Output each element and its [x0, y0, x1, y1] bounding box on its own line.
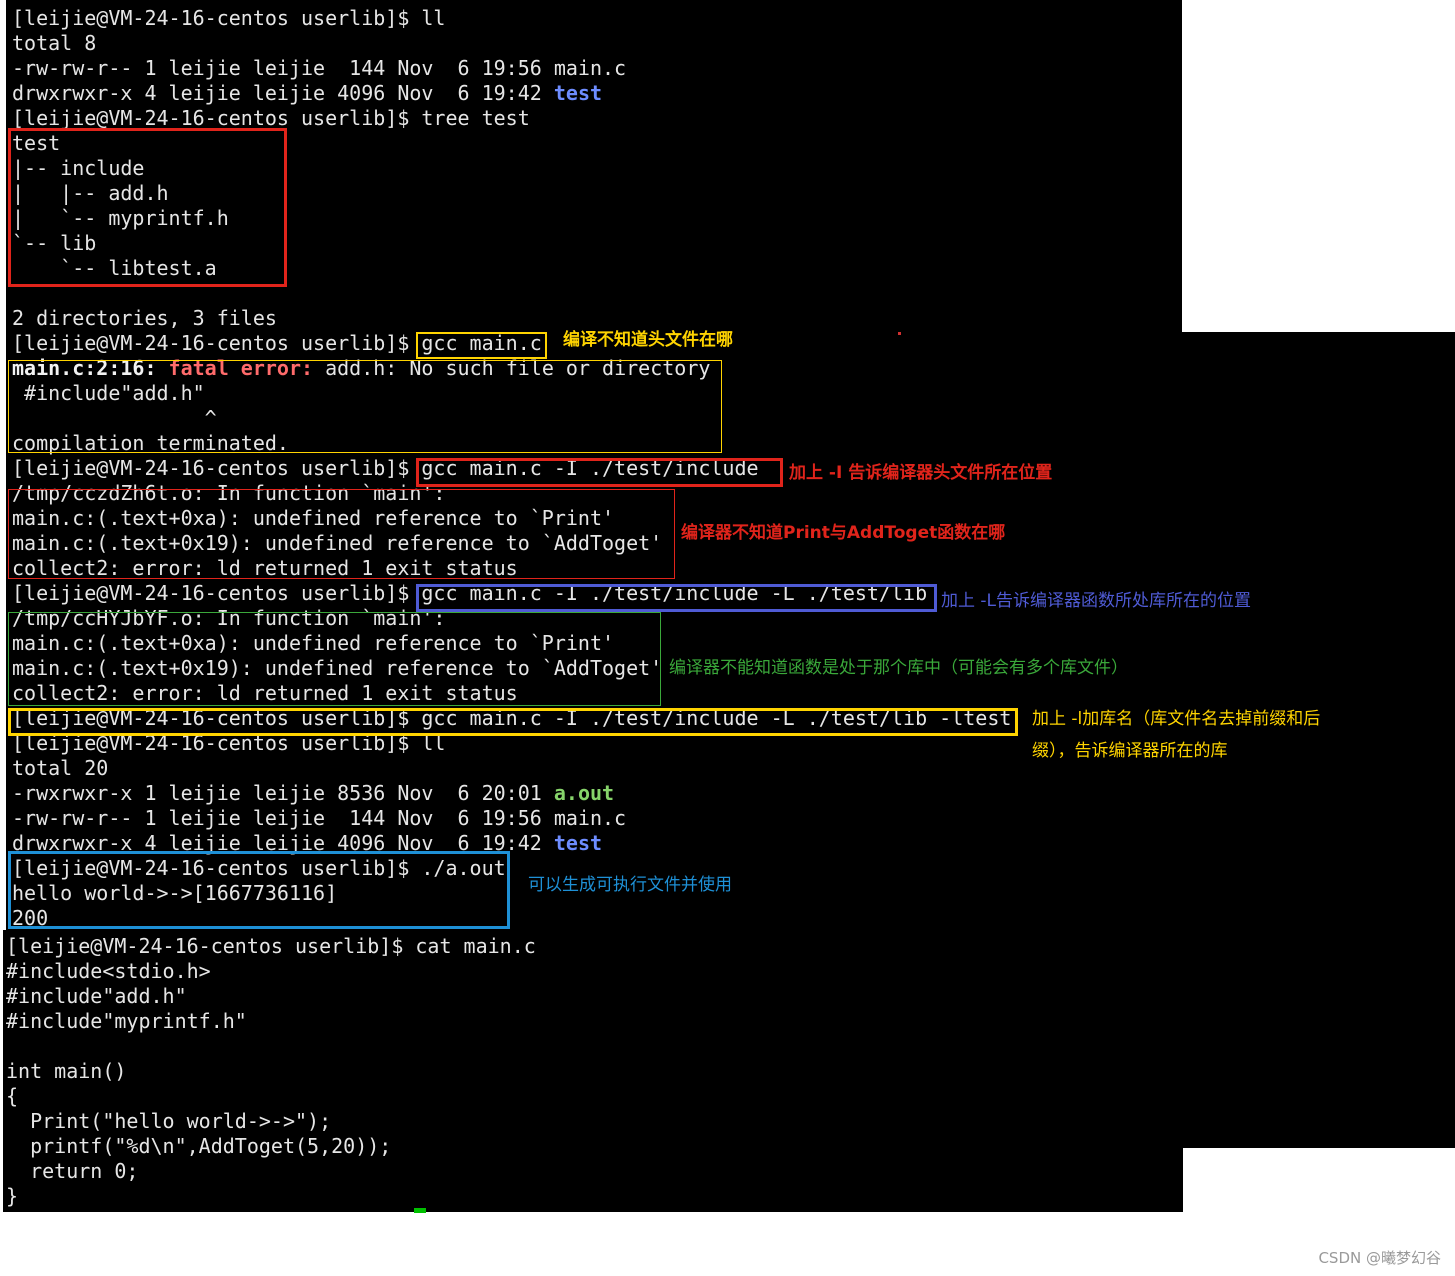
terminal-line: int main()	[6, 1059, 127, 1083]
gcc-command-box	[416, 332, 547, 359]
terminal-line: {	[6, 1084, 19, 1108]
run-output-box	[8, 851, 510, 929]
terminal-text-segment: drwxrwxr-x 4 leijie leijie 4096 Nov 6 19…	[12, 81, 554, 105]
terminal-line: }	[6, 1184, 19, 1208]
terminal-text-segment: test	[553, 81, 603, 105]
terminal-cursor	[414, 1208, 426, 1213]
watermark: CSDN @曦梦幻谷	[1318, 1249, 1441, 1267]
terminal-text-segment: -rwxrwxr-x 1 leijie leijie 8536 Nov 6 20…	[12, 781, 554, 805]
terminal-line: [leijie@VM-24-16-centos userlib]$ ll	[12, 6, 446, 30]
terminal-line: #include"add.h"	[6, 984, 187, 1008]
terminal-line: total 20	[12, 756, 109, 780]
terminal-line: -rw-rw-r-- 1 leijie leijie 144 Nov 6 19:…	[12, 806, 627, 830]
note-library-unknown: 编译器不能知道函数是处于那个库中（可能会有多个库文件）	[669, 658, 1128, 678]
gcc-ltest-command-box	[8, 708, 1018, 736]
undefined-reference-box-1	[8, 489, 675, 579]
terminal-line: 2 directories, 3 files	[12, 306, 277, 330]
terminal-line: #include"myprintf.h"	[6, 1009, 247, 1033]
terminal-text-segment: test	[553, 831, 603, 855]
note-add-include-flag: 加上 -I 告诉编译器头文件所在位置	[789, 463, 1053, 483]
tree-output-box	[8, 128, 287, 287]
terminal-line: Print("hello world->->");	[6, 1109, 332, 1133]
note-add-lib-path-flag: 加上 -L告诉编译器函数所处库所在的位置	[941, 591, 1252, 611]
stray-dot	[898, 332, 901, 335]
terminal-line: drwxrwxr-x 4 leijie leijie 4096 Nov 6 19…	[12, 81, 602, 106]
fatal-error-box	[8, 360, 722, 453]
terminal-line: -rw-rw-r-- 1 leijie leijie 144 Nov 6 19:…	[12, 56, 627, 80]
terminal-line: total 8	[12, 31, 97, 55]
terminal-line: return 0;	[6, 1159, 139, 1183]
undefined-reference-box-2	[8, 612, 661, 706]
terminal-line: [leijie@VM-24-16-centos userlib]$ cat ma…	[6, 934, 536, 958]
note-executable-works: 可以生成可执行文件并使用	[528, 875, 732, 895]
terminal-line: -rwxrwxr-x 1 leijie leijie 8536 Nov 6 20…	[12, 781, 614, 806]
terminal-line: #include<stdio.h>	[6, 959, 211, 983]
note-add-lib-name-flag: 加上 -l加库名（库文件名去掉前缀和后	[1032, 709, 1321, 729]
terminal-text-segment: a.out	[553, 781, 615, 805]
note-functions-unknown: 编译器不知道Print与AddToget函数在哪	[681, 523, 1006, 543]
note-add-lib-name-flag-cont: 缀），告诉编译器所在的库	[1032, 741, 1228, 761]
terminal-line: printf("%d\n",AddToget(5,20));	[6, 1134, 392, 1158]
gcc-lib-command-box	[416, 584, 937, 612]
note-header-unknown: 编译不知道头文件在哪	[563, 330, 733, 350]
gcc-include-command-box	[416, 458, 783, 487]
